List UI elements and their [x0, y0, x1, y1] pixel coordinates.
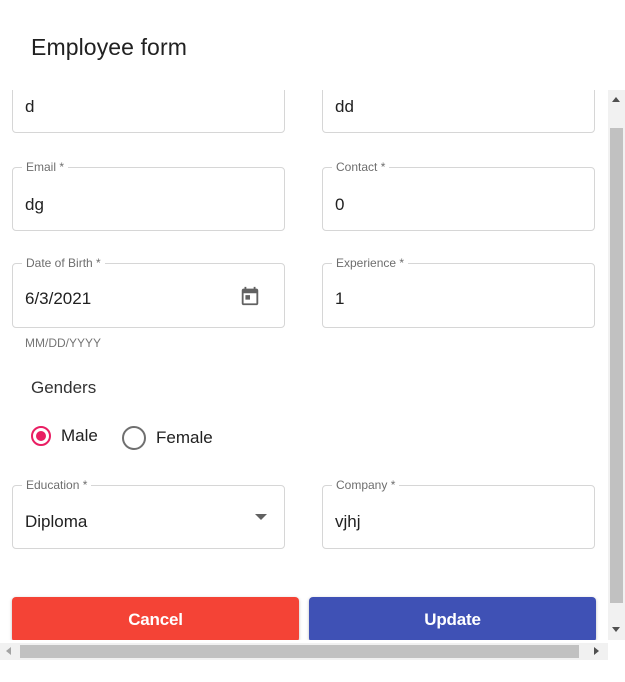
contact-field[interactable]: Contact * 0	[322, 160, 595, 231]
date-of-birth-value: 6/3/2021	[25, 289, 92, 308]
first-name-value: d	[25, 97, 35, 116]
email-field[interactable]: Email * dg	[12, 160, 285, 231]
contact-value: 0	[335, 195, 345, 214]
last-name-value: dd	[335, 97, 354, 116]
company-label: Company *	[332, 478, 400, 492]
email-value: dg	[25, 195, 44, 214]
horizontal-scroll-thumb[interactable]	[20, 645, 579, 658]
education-value: Diploma	[25, 512, 88, 531]
education-select[interactable]: Education * Diploma	[12, 478, 285, 549]
cancel-button[interactable]: Cancel	[12, 597, 299, 640]
first-name-field[interactable]: d	[12, 90, 285, 133]
gender-option-male[interactable]: Male	[31, 426, 98, 446]
date-of-birth-field[interactable]: Date of Birth * 6/3/2021	[12, 256, 285, 328]
company-value: vjhj	[335, 512, 361, 531]
female-radio-label: Female	[156, 428, 213, 447]
chevron-down-icon[interactable]	[255, 514, 267, 520]
vertical-scroll-thumb[interactable]	[610, 128, 623, 603]
form-content[interactable]: d dd Email * dg Contact * 0 Date of Birt…	[0, 90, 608, 640]
employee-form-dialog: Employee form d dd Email * dg Contact * …	[0, 0, 625, 682]
last-name-field[interactable]: dd	[322, 90, 595, 133]
dialog-title: Employee form	[31, 34, 187, 60]
male-radio[interactable]	[31, 426, 51, 446]
education-label: Education *	[22, 478, 92, 492]
horizontal-scrollbar[interactable]	[0, 643, 608, 660]
experience-value: 1	[335, 289, 345, 308]
female-radio[interactable]	[122, 426, 146, 450]
update-button[interactable]: Update	[309, 597, 596, 640]
calendar-icon[interactable]	[239, 285, 261, 307]
contact-label: Contact *	[332, 160, 390, 174]
scroll-up-arrow-icon[interactable]	[612, 97, 620, 102]
company-field[interactable]: Company * vjhj	[322, 478, 595, 549]
date-format-helper: MM/DD/YYYY	[25, 336, 102, 350]
experience-field[interactable]: Experience * 1	[322, 256, 595, 328]
genders-label: Genders	[31, 378, 97, 397]
male-radio-label: Male	[61, 426, 98, 445]
experience-label: Experience *	[332, 256, 409, 270]
email-label: Email *	[22, 160, 69, 174]
vertical-scrollbar[interactable]	[608, 90, 625, 640]
scroll-right-arrow-icon[interactable]	[594, 647, 599, 655]
gender-option-female[interactable]: Female	[122, 426, 213, 450]
scroll-down-arrow-icon[interactable]	[612, 627, 620, 632]
scroll-left-arrow-icon[interactable]	[6, 647, 11, 655]
date-of-birth-label: Date of Birth *	[22, 256, 105, 270]
